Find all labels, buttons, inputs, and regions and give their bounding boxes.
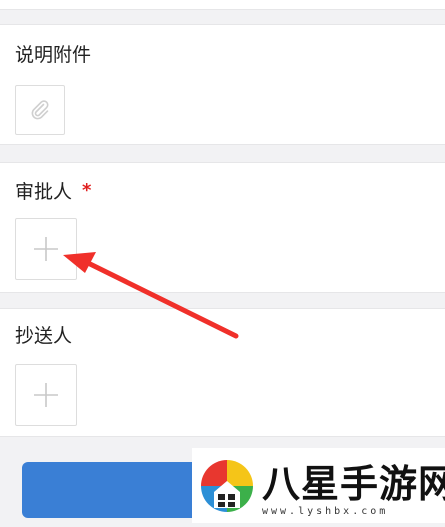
plus-icon [31,234,61,264]
attachment-section: 说明附件 [0,24,445,145]
attachment-label: 说明附件 [15,44,92,66]
watermark-logo-icon [201,460,253,512]
approver-section: 审批人 * [0,162,445,293]
paperclip-icon [26,96,54,124]
approver-label: 审批人 [15,181,73,203]
add-approver-button[interactable] [15,218,77,280]
watermark-brand: 八星手游网 [262,462,445,506]
approver-label-row: 审批人 * [15,179,91,204]
cc-section: 抄送人 [0,308,445,437]
required-mark: * [82,180,92,201]
plus-icon [31,380,61,410]
add-attachment-button[interactable] [15,85,65,135]
watermark-url: www.lyshbx.com [262,506,389,517]
previous-section [0,0,445,10]
cc-label: 抄送人 [15,325,73,347]
add-cc-button[interactable] [15,364,77,426]
